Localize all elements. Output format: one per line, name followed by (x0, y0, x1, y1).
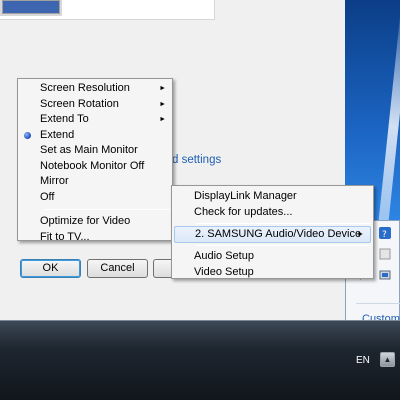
dialog-top-panel (0, 0, 215, 20)
menu-separator (196, 223, 371, 224)
language-indicator[interactable]: EN (356, 355, 370, 366)
displaylink-menu: DisplayLink Manager Check for updates...… (171, 185, 374, 279)
menu-item-label: Optimize for Video (40, 215, 131, 227)
menu-item-label: Set as Main Monitor (40, 144, 138, 156)
flyout-divider (356, 303, 400, 304)
menu-item-label: 2. SAMSUNG Audio/Video Device (195, 228, 362, 240)
menu-item-label: DisplayLink Manager (194, 190, 297, 202)
menu-item-label: Notebook Monitor Off (40, 159, 145, 172)
menu-item-label: Video Setup (194, 265, 254, 278)
menu-item-screen-resolution[interactable]: Screen Resolution ► (18, 81, 172, 97)
menu-item-mirror[interactable]: Mirror (18, 174, 172, 190)
cancel-button[interactable]: Cancel (87, 259, 148, 278)
menu-item-label: Check for updates... (194, 205, 293, 218)
apply-button[interactable] (153, 259, 173, 278)
display-context-menu: Screen Resolution ► Screen Rotation ► Ex… (17, 78, 173, 243)
menu-item-extend[interactable]: Extend (18, 128, 172, 144)
submenu-arrow-icon: ► (159, 85, 166, 92)
menu-separator (44, 209, 170, 210)
menu-item-label: Extend To (40, 113, 89, 125)
monitor-preview-icon[interactable] (0, 0, 62, 16)
taskbar (0, 320, 400, 400)
menu-item-extend-to[interactable]: Extend To ► (18, 112, 172, 128)
show-hidden-icons-button[interactable]: ▲ (380, 352, 395, 367)
menu-item-fit-to-tv[interactable]: Fit to TV... (18, 230, 172, 246)
menu-item-label: Screen Rotation (40, 97, 119, 110)
submenu-arrow-icon: ► (159, 116, 166, 123)
safely-remove-icon[interactable] (379, 269, 391, 281)
flag-icon[interactable] (379, 248, 391, 260)
advanced-settings-link[interactable]: d settings (172, 154, 221, 166)
menu-item-check-updates[interactable]: Check for updates... (172, 205, 373, 221)
menu-item-label: Audio Setup (194, 250, 254, 262)
ok-button[interactable]: OK (20, 259, 81, 278)
menu-item-off[interactable]: Off (18, 190, 172, 206)
taskbar-highlight (0, 320, 400, 321)
svg-text:?: ? (382, 230, 387, 239)
menu-item-label: Mirror (40, 175, 69, 187)
submenu-arrow-icon: ► (357, 231, 364, 238)
radio-selected-icon (24, 131, 31, 139)
menu-separator (196, 245, 371, 246)
submenu-arrow-icon: ► (159, 100, 166, 108)
menu-item-set-main-monitor[interactable]: Set as Main Monitor (18, 143, 172, 159)
help-icon[interactable]: ? (379, 227, 391, 239)
menu-item-audio-setup[interactable]: Audio Setup (172, 249, 373, 265)
menu-item-label: Off (40, 190, 55, 203)
menu-item-notebook-monitor-off[interactable]: Notebook Monitor Off (18, 159, 172, 175)
tray-icons-column-2: ? (379, 227, 399, 290)
menu-item-label: Fit to TV... (40, 230, 90, 243)
menu-item-samsung-device[interactable]: 2. SAMSUNG Audio/Video Device ► (174, 226, 371, 243)
menu-item-displaylink-manager[interactable]: DisplayLink Manager (172, 189, 373, 205)
menu-item-optimize-video[interactable]: Optimize for Video (18, 214, 172, 230)
menu-item-label: Extend (40, 128, 75, 141)
menu-item-label: Screen Resolution (40, 82, 130, 94)
menu-item-screen-rotation[interactable]: Screen Rotation ► (18, 97, 172, 113)
menu-item-video-setup[interactable]: Video Setup (172, 265, 373, 281)
